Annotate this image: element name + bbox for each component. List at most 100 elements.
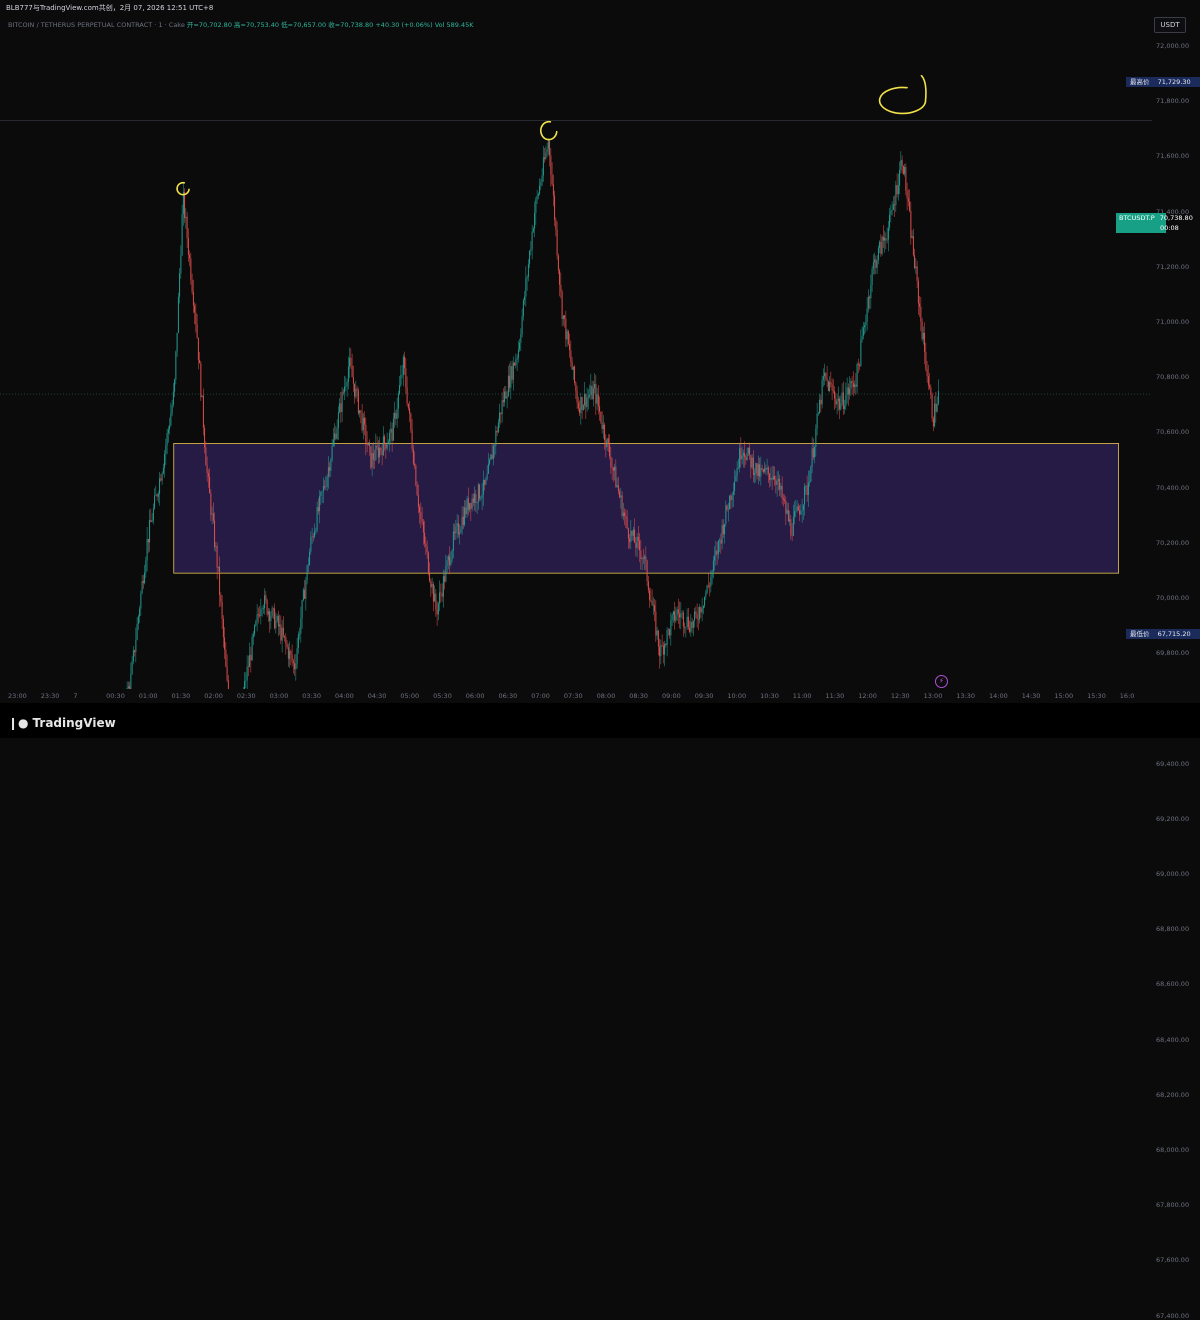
candle-body [302,589,304,601]
candle-body [437,603,439,615]
candle-body [606,438,608,448]
candle-body [592,388,594,400]
candle-body [489,459,491,464]
candle-body [727,509,729,510]
candle-body [415,465,417,486]
price-tick-label: 68,800.00 [1156,925,1190,934]
candle-body [260,608,262,617]
time-tick-label: 11:00 [792,692,812,700]
candle-body [334,433,336,440]
candle-body [429,573,431,582]
candle-body [329,467,331,471]
candle-body [610,456,612,467]
candle-body [399,385,401,394]
candle-body [317,507,319,512]
candle-body [599,406,601,412]
candle-body [801,509,803,511]
candle-body [685,626,687,628]
candle-body [357,390,359,414]
candle-body [326,476,328,487]
candle-body [419,506,421,513]
candle-body [839,398,841,410]
candle-body [331,445,333,460]
candle-body [156,494,158,497]
candle-body [829,382,831,392]
candle-body [356,388,358,391]
candle-body [611,466,613,468]
candle-body [377,447,379,458]
candle-body [244,680,246,689]
candle-body [705,592,707,597]
candle-body [365,424,367,443]
candle-body [681,612,683,614]
candle-body [770,478,772,480]
time-tick-label: 7 [73,692,78,700]
lightning-icon[interactable]: ⚡ [935,675,948,688]
candle-body [536,195,538,200]
candle-body [424,532,426,544]
price-tick-label: 69,800.00 [1156,649,1190,658]
candle-body [524,296,526,300]
candle-body [605,440,607,448]
candle-body [456,523,458,527]
candle-body [799,510,801,515]
candle-body [202,395,204,428]
candle-body [284,635,286,638]
candle-body [280,624,282,641]
time-axis[interactable]: 23:00 23:30 7 00:30 01:00 01:30 02:00 02:30 03:0… [0,689,1152,703]
candle-body [391,428,393,441]
chart-header: BLB777与TradingView.com共创，2月 07, 2026 12:… [0,0,1200,14]
annotation-stroke [920,74,927,103]
candle-body [624,512,626,516]
candle-body [679,613,681,618]
candle-body [192,291,194,306]
chart-canvas[interactable] [0,14,1152,689]
time-tick-label: 09:00 [662,692,681,700]
candle-body [936,403,938,412]
candle-body [655,611,657,636]
candle-body [369,442,371,447]
candle-body [754,473,756,475]
candle-body [256,614,258,622]
price-tick-label: 70,600.00 [1156,428,1190,437]
candle-body [819,399,821,414]
tradingview-logo[interactable]: ❙● TradingView [8,716,116,730]
candle-body [781,485,783,499]
highest-price-value: 71,729.30 [1157,78,1191,86]
candle-body [875,259,877,268]
time-tick-label: 15:00 [1054,692,1074,700]
candle-body [245,680,247,682]
price-axis[interactable]: 72,000.00 71,800.00 71,600.00 71,400.00 71,2… [1152,14,1200,1320]
candle-body [794,511,796,517]
candle-body [199,360,201,364]
candle-body [287,647,289,659]
candle-body [292,661,294,664]
candle-body [127,686,129,688]
candle-body [179,273,181,297]
candle-body [390,428,392,433]
time-tick-label: 08:30 [629,692,649,700]
candle-body [630,530,632,542]
candle-body [890,210,892,215]
candle-body [879,241,881,248]
candle-body [474,494,476,503]
candle-body [130,673,132,689]
candle-body [147,538,149,543]
candle-body [646,560,648,582]
candle-body [414,463,416,466]
candle-body [300,618,302,634]
candle-body [600,411,602,422]
price-tick-label: 69,400.00 [1156,759,1190,768]
candle-body [832,390,834,392]
candle-body [849,388,851,395]
candle-body [209,476,211,494]
candle-body [516,357,518,360]
candle-body [575,382,577,392]
candle-body [840,403,842,410]
candle-body [631,530,633,536]
price-tick-label: 70,000.00 [1156,594,1190,602]
candle-body [774,476,776,480]
candle-body [330,459,332,471]
price-tick-label: 71,600.00 [1156,152,1190,161]
candle-body [447,556,449,561]
